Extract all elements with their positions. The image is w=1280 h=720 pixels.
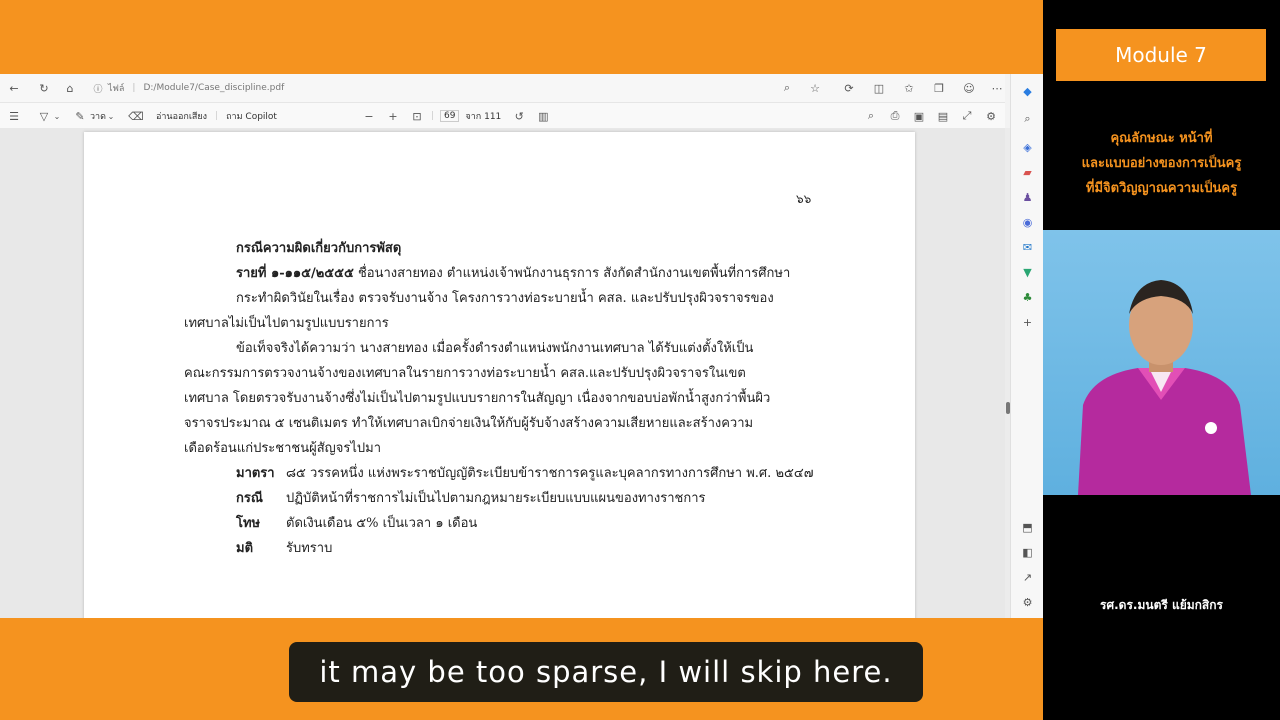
page-view-icon[interactable]: ▥: [535, 108, 551, 124]
ask-copilot-button[interactable]: ถาม Copilot: [226, 109, 277, 123]
print-icon[interactable]: ⎙: [887, 108, 903, 124]
subtitle-caption: it may be too sparse, I will skip here.: [289, 642, 923, 702]
highlight-icon[interactable]: ▽: [36, 108, 52, 124]
module-badge: Module 7: [1056, 29, 1266, 81]
extension-icon[interactable]: ⟳: [841, 80, 857, 96]
outlook-icon[interactable]: ✉: [1020, 239, 1036, 255]
shopping-tag-icon[interactable]: ◈: [1020, 139, 1036, 155]
save-icon[interactable]: ▣: [911, 108, 927, 124]
module-title-line: และแบบอย่างของการเป็นครู: [1081, 156, 1242, 171]
split-screen-icon[interactable]: ◫: [871, 80, 887, 96]
case-line: ข้อเท็จจริงได้ความว่า นางสายทอง เมื่อครั…: [236, 341, 754, 356]
favorite-star-icon[interactable]: ☆: [807, 80, 823, 96]
eraser-icon[interactable]: ⌫: [128, 108, 144, 124]
draw-icon[interactable]: ✎: [72, 108, 88, 124]
read-aloud-button[interactable]: อ่านออกเสียง: [156, 109, 207, 123]
meta-row-case: กรณี ปฏิบัติหน้าที่ราชการไม่เป็นไปตามกฎหม…: [184, 486, 816, 511]
pdf-toolbar: ☰ ▽ ⌄ ✎ วาด ⌄ ⌫ อ่านออกเสียง | ถาม Copil…: [0, 102, 1005, 130]
copilot-icon[interactable]: ◆: [1020, 83, 1036, 99]
meta-value: รับทราบ: [286, 541, 333, 556]
profile-icon[interactable]: ☺: [961, 80, 977, 96]
meta-row-penalty: โทษ ตัดเงินเดือน ๕% เป็นเวลา ๑ เดือน: [184, 511, 816, 536]
draw-button[interactable]: วาด: [90, 109, 106, 123]
refresh-icon[interactable]: ↻: [36, 80, 52, 96]
case-line-first: รายที่ ๑-๑๑๕/๒๕๕๕ ชื่อนางสายทอง ตำแหน่งเ…: [184, 261, 816, 286]
chevron-down-icon[interactable]: ⌄: [106, 108, 116, 124]
collections-icon[interactable]: ❐: [931, 80, 947, 96]
module-title: คุณลักษณะ หน้าที่ และแบบอย่างของการเป็นค…: [1043, 126, 1280, 201]
add-icon[interactable]: +: [1020, 314, 1036, 330]
drop-icon[interactable]: ▼: [1020, 264, 1036, 280]
settings-gear-icon[interactable]: ⚙: [1020, 594, 1036, 610]
home-icon[interactable]: ⌂: [62, 80, 78, 96]
presenter-name: รศ.ดร.มนตรี แย้มกสิกร: [1100, 598, 1223, 612]
zoom-icon[interactable]: ⌕: [779, 80, 795, 96]
pdf-viewer: ๖๖ กรณีความผิดเกี่ยวกับการพัสดุ รายที่ ๑…: [0, 128, 1005, 618]
meta-label: โทษ: [236, 516, 261, 531]
url-field[interactable]: ⓘ ไฟล์ | D:/Module7/Case_discipline.pdf: [92, 80, 284, 96]
presenter-video: [1043, 230, 1280, 495]
url-label: ไฟล์: [108, 84, 125, 94]
meta-label: กรณี: [236, 491, 263, 506]
contents-icon[interactable]: ☰: [6, 108, 22, 124]
meta-row-section: มาตรา ๘๕ วรรคหนึ่ง แห่งพระราชบัญญัติระเบี…: [184, 461, 816, 486]
module-title-line: คุณลักษณะ หน้าที่: [1110, 131, 1213, 146]
meta-label: มาตรา: [236, 466, 275, 481]
chevron-down-icon[interactable]: ⌄: [52, 108, 62, 124]
back-icon[interactable]: ←: [6, 80, 22, 96]
microsoft365-icon[interactable]: ◉: [1020, 214, 1036, 230]
save-as-icon[interactable]: ▤: [935, 108, 951, 124]
person-icon[interactable]: ♟: [1020, 189, 1036, 205]
meta-value: ตัดเงินเดือน ๕% เป็นเวลา ๑ เดือน: [286, 516, 478, 531]
meta-value: ๘๕ วรรคหนึ่ง แห่งพระราชบัญญัติระเบียบข้า…: [286, 466, 814, 481]
page-number-input[interactable]: 69: [440, 110, 460, 122]
meta-value: ปฏิบัติหน้าที่ราชการไม่เป็นไปตามกฎหมายระ…: [286, 491, 706, 506]
zoom-in-icon[interactable]: +: [385, 108, 401, 124]
settings-gear-icon[interactable]: ⚙: [983, 108, 999, 124]
case-line: คณะกรรมการตรวจงานจ้างของเทศบาลในรายการวา…: [184, 366, 746, 381]
search-icon[interactable]: ⌕: [1020, 111, 1036, 127]
module-title-line: ที่มีจิตวิญญาณความเป็นครู: [1085, 181, 1238, 196]
case-line: เดือดร้อนแก่ประชาชนผู้สัญจรไปมา: [184, 441, 381, 456]
lecture-panel: Module 7 คุณลักษณะ หน้าที่ และแบบอย่างขอ…: [1043, 0, 1280, 720]
page-total: จาก 111: [465, 112, 502, 122]
sidebar-toggle-icon[interactable]: ◧: [1020, 544, 1036, 560]
case-line: กระทำผิดวินัยในเรื่อง ตรวจรับงานจ้าง โคร…: [236, 291, 774, 306]
case-title: กรณีความผิดเกี่ยวกับการพัสดุ: [236, 241, 402, 256]
page-body: กรณีความผิดเกี่ยวกับการพัสดุ รายที่ ๑-๑๑…: [184, 236, 816, 561]
edge-sidebar: ◆ ⌕ ◈ ▰ ♟ ◉ ✉ ▼ ♣ + ⬒ ◧ ↗ ⚙: [1010, 74, 1044, 618]
pdf-page: ๖๖ กรณีความผิดเกี่ยวกับการพัสดุ รายที่ ๑…: [84, 132, 915, 618]
page-number: ๖๖: [796, 192, 812, 206]
case-line: ชื่อนางสายทอง ตำแหน่งเจ้าพนักงานธุรการ ส…: [357, 266, 791, 281]
screenshot-icon[interactable]: ⬒: [1020, 519, 1036, 535]
case-line: เทศบาลไม่เป็นไปตามรูปแบบรายการ: [184, 316, 389, 331]
fullscreen-icon[interactable]: ⤢: [959, 108, 975, 124]
info-icon: ⓘ: [93, 84, 103, 95]
fit-page-icon[interactable]: ⊡: [409, 108, 425, 124]
rotate-icon[interactable]: ↺: [511, 108, 527, 124]
case-line: จราจรประมาณ ๕ เซนติเมตร ทำให้เทศบาลเบิกจ…: [184, 416, 754, 431]
more-icon[interactable]: ⋯: [989, 80, 1005, 96]
presenter-figure: [1078, 280, 1251, 495]
address-bar: ← ↻ ⌂ ⓘ ไฟล์ | D:/Module7/Case_disciplin…: [0, 74, 1005, 102]
favorites-icon[interactable]: ✩: [901, 80, 917, 96]
top-orange-band: [0, 0, 1043, 74]
tree-icon[interactable]: ♣: [1020, 289, 1036, 305]
url-text: D:/Module7/Case_discipline.pdf: [143, 83, 285, 93]
search-icon[interactable]: ⌕: [863, 108, 879, 124]
meta-row-resolution: มติ รับทราบ: [184, 536, 816, 561]
browser-window: ← ↻ ⌂ ⓘ ไฟล์ | D:/Module7/Case_disciplin…: [0, 74, 1044, 618]
zoom-out-icon[interactable]: −: [361, 108, 377, 124]
meta-label: มติ: [236, 541, 254, 556]
toolbox-icon[interactable]: ▰: [1020, 164, 1036, 180]
case-id: รายที่ ๑-๑๑๕/๒๕๕๕: [236, 266, 354, 281]
case-line: เทศบาล โดยตรวจรับงานจ้างซึ่งไม่เป็นไปตาม…: [184, 391, 771, 406]
external-link-icon[interactable]: ↗: [1020, 569, 1036, 585]
